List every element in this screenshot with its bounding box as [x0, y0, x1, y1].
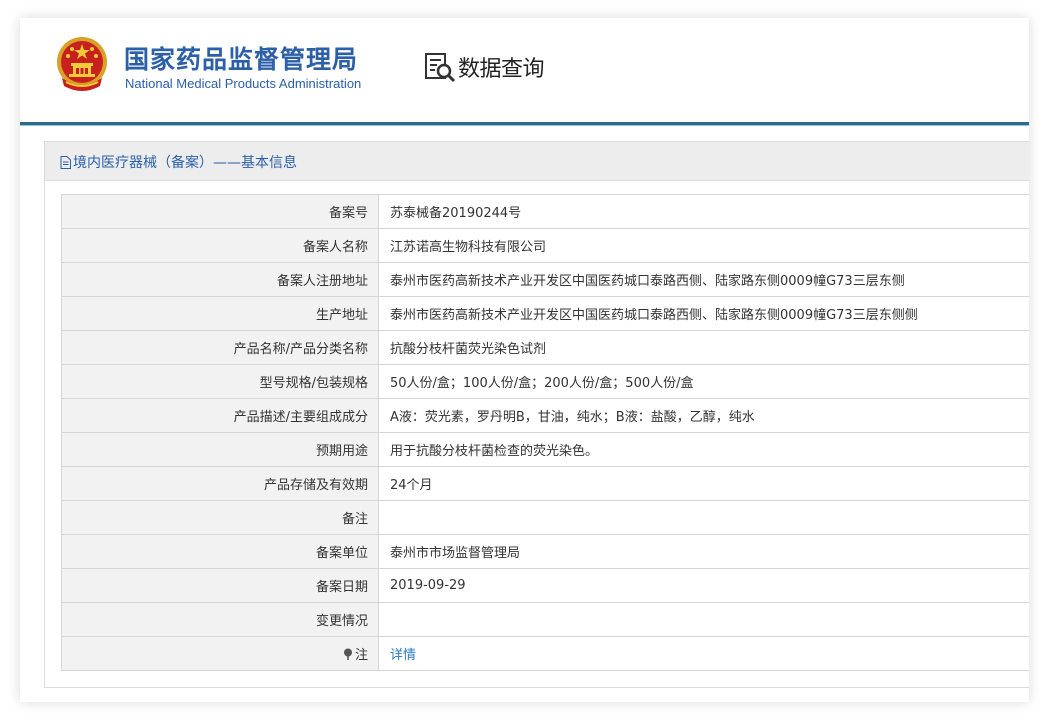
- row-value: 江苏诺高生物科技有限公司: [378, 228, 1029, 263]
- national-emblem-icon: [57, 37, 107, 91]
- row-label: 备案日期: [61, 568, 379, 603]
- row-label: 备案单位: [61, 534, 379, 569]
- info-table: 备案号 苏泰械备20190244号 备案人名称 江苏诺高生物科技有限公司 备案人…: [61, 194, 1029, 671]
- org-name-en: National Medical Products Administration: [125, 76, 362, 91]
- row-label: 备案人名称: [61, 228, 379, 263]
- table-row: 产品名称/产品分类名称 抗酸分枝杆菌荧光染色试剂: [61, 330, 1029, 365]
- table-row: 备案单位 泰州市市场监督管理局: [61, 534, 1029, 569]
- table-row: 产品存储及有效期 24个月: [61, 466, 1029, 501]
- data-query-label: 数据查询: [458, 57, 545, 82]
- row-value: 24个月: [378, 466, 1029, 501]
- row-label: 生产地址: [61, 296, 379, 331]
- page-container: 国家药品监督管理局 National Medical Products Admi…: [20, 18, 1029, 702]
- row-label: 备案人注册地址: [61, 262, 379, 297]
- note-label-cell: 注: [61, 636, 379, 671]
- table-row: 生产地址 泰州市医药高新技术产业开发区中国医药城口泰路西侧、陆家路东侧0009幢…: [61, 296, 1029, 331]
- table-row: 备注: [61, 500, 1029, 535]
- panel-title-text: 境内医疗器械（备案）——基本信息: [73, 155, 297, 171]
- org-name-cn: 国家药品监督管理局: [124, 45, 359, 74]
- table-row: 备案号 苏泰械备20190244号: [61, 194, 1029, 229]
- row-value: 苏泰械备20190244号: [378, 194, 1029, 229]
- header-divider-secondary: [20, 125, 1029, 126]
- row-value: 泰州市市场监督管理局: [378, 534, 1029, 569]
- note-value-cell: 详情: [378, 636, 1029, 671]
- row-value: 50人份/盒；100人份/盒；200人份/盒；500人份/盒: [378, 364, 1029, 399]
- table-row: 型号规格/包装规格 50人份/盒；100人份/盒；200人份/盒；500人份/盒: [61, 364, 1029, 399]
- data-query-link[interactable]: 数据查询: [424, 50, 545, 84]
- details-link[interactable]: 详情: [390, 648, 416, 663]
- table-row: 备案人名称 江苏诺高生物科技有限公司: [61, 228, 1029, 263]
- document-search-icon: [425, 53, 456, 83]
- site-header: 国家药品监督管理局 National Medical Products Admi…: [20, 18, 1029, 122]
- table-row: 变更情况: [61, 602, 1029, 637]
- table-row: 备案人注册地址 泰州市医药高新技术产业开发区中国医药城口泰路西侧、陆家路东侧00…: [61, 262, 1029, 297]
- row-label: 产品存储及有效期: [61, 466, 379, 501]
- row-label: 备注: [61, 500, 379, 535]
- row-value: 2019-09-29: [378, 568, 1029, 603]
- panel-title-bar: 境内医疗器械（备案）——基本信息: [45, 142, 1029, 181]
- row-value: 泰州市医药高新技术产业开发区中国医药城口泰路西侧、陆家路东侧0009幢G73三层…: [378, 262, 1029, 297]
- row-label: 预期用途: [61, 432, 379, 467]
- row-label: 变更情况: [61, 602, 379, 637]
- row-label: 型号规格/包装规格: [61, 364, 379, 399]
- row-value: A液：荧光素，罗丹明B，甘油，纯水；B液：盐酸，乙醇，纯水: [378, 398, 1029, 433]
- row-label: 产品描述/主要组成成分: [61, 398, 379, 433]
- row-value: 抗酸分枝杆菌荧光染色试剂: [378, 330, 1029, 365]
- row-value: [378, 500, 1029, 535]
- row-value: 用于抗酸分枝杆菌检查的荧光染色。: [378, 432, 1029, 467]
- panel-title: 境内医疗器械（备案）——基本信息: [60, 152, 297, 172]
- row-value: 泰州市医药高新技术产业开发区中国医药城口泰路西侧、陆家路东侧0009幢G73三层…: [378, 296, 1029, 331]
- row-label: 备案号: [61, 194, 379, 229]
- table-row: 产品描述/主要组成成分 A液：荧光素，罗丹明B，甘油，纯水；B液：盐酸，乙醇，纯…: [61, 398, 1029, 433]
- table-row-note: 注 详情: [61, 636, 1029, 671]
- document-icon: [60, 155, 71, 169]
- row-label: 产品名称/产品分类名称: [61, 330, 379, 365]
- row-value: [378, 602, 1029, 637]
- table-row: 备案日期 2019-09-29: [61, 568, 1029, 603]
- info-panel: 境内医疗器械（备案）——基本信息 备案号 苏泰械备20190244号 备案人名称…: [44, 141, 1029, 688]
- note-label: 注: [354, 648, 368, 663]
- pin-icon: [343, 648, 352, 660]
- table-row: 预期用途 用于抗酸分枝杆菌检查的荧光染色。: [61, 432, 1029, 467]
